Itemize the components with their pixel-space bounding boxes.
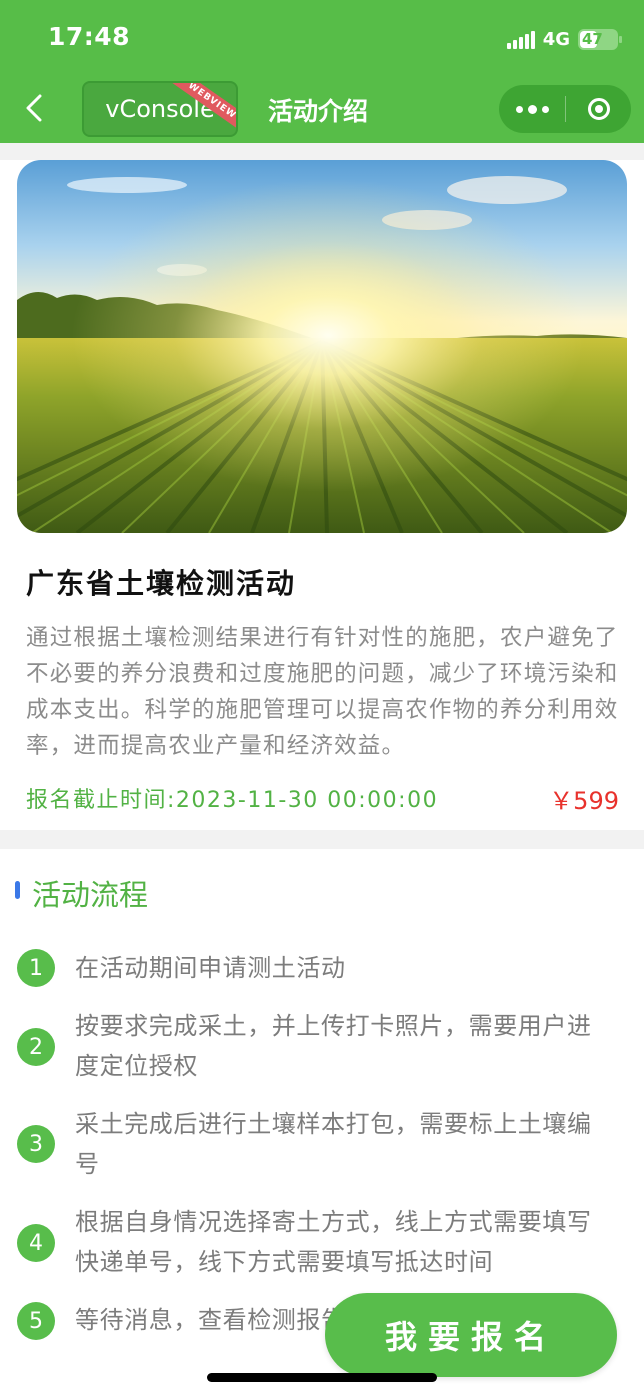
header-bar: 17:48 4G 47 vConsole WEBVIEW 活动介绍 xyxy=(0,0,644,143)
step-number-badge: 1 xyxy=(17,949,55,987)
flow-section-title: 活动流程 xyxy=(32,878,149,912)
step-number-badge: 5 xyxy=(17,1302,55,1340)
step-text: 根据自身情况选择寄土方式，线上方式需要填写快递单号，线下方式需要填写抵达时间 xyxy=(75,1208,592,1276)
battery-percent: 47 xyxy=(582,30,603,48)
battery-icon: 47 xyxy=(578,28,622,50)
miniprogram-capsule xyxy=(499,85,631,133)
activity-description: 通过根据土壤检测结果进行有针对性的施肥，农户避免了不必要的养分浪费和过度施肥的问… xyxy=(26,625,619,759)
status-time: 17:48 xyxy=(48,22,131,51)
step-text: 按要求完成采土，并上传打卡照片，需要用户进度定位授权 xyxy=(75,1012,592,1080)
step-number-badge: 4 xyxy=(17,1224,55,1262)
signal-icon xyxy=(506,29,535,49)
step-number-badge: 3 xyxy=(17,1125,55,1163)
activity-price: ￥599 xyxy=(549,787,619,815)
header-gap xyxy=(0,143,644,160)
step-text: 在活动期间申请测土活动 xyxy=(75,954,346,982)
signup-deadline: 报名截止时间:2023-11-30 00:00:00 xyxy=(26,788,439,813)
close-miniprogram-icon[interactable] xyxy=(566,85,631,133)
step-number-badge: 2 xyxy=(17,1028,55,1066)
step-text: 采土完成后进行土壤样本打包，需要标上土壤编号 xyxy=(75,1110,592,1178)
back-arrow-icon[interactable] xyxy=(24,94,44,122)
network-label: 4G xyxy=(542,28,570,50)
vconsole-button[interactable]: vConsole WEBVIEW xyxy=(82,81,238,137)
more-options-icon[interactable] xyxy=(499,85,565,133)
activity-title: 广东省土壤检测活动 xyxy=(26,567,297,600)
activity-banner-image xyxy=(17,160,627,533)
signup-button[interactable]: 我要报名 xyxy=(325,1293,617,1377)
home-indicator xyxy=(207,1373,437,1382)
section-divider xyxy=(0,830,644,849)
section-accent-bar xyxy=(15,881,20,899)
status-indicators: 4G 47 xyxy=(506,24,622,54)
page-title: 活动介绍 xyxy=(268,97,369,126)
